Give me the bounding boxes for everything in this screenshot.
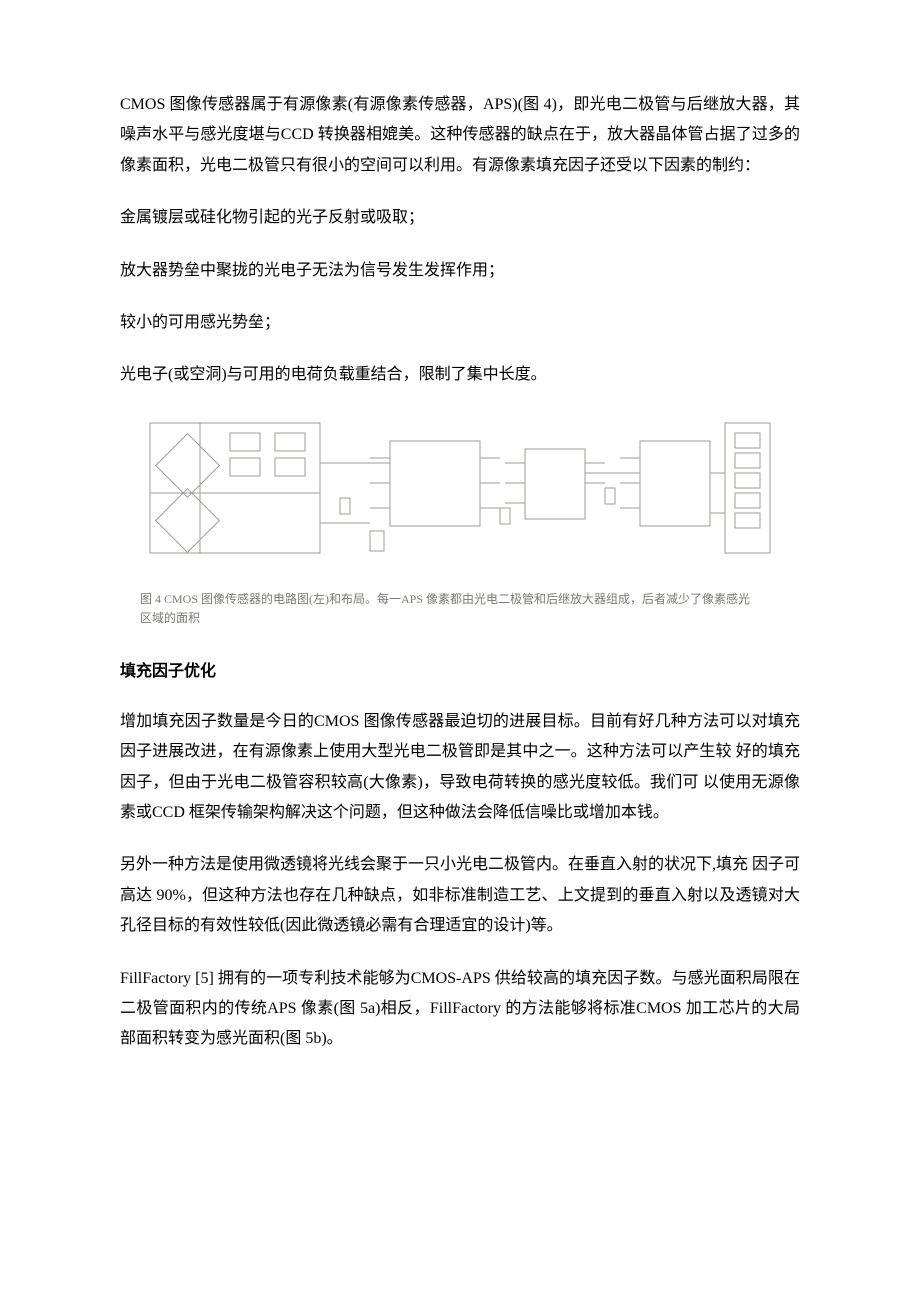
- figure-4-caption: 图 4 CMOS 图像传感器的电路图(左)和布局。每一APS 像素都由光电二极管…: [140, 590, 780, 628]
- paragraph-3: 另外一种方法是使用微透镜将光线会聚于一只小光电二极管内。在垂直入射的状况下,填充…: [120, 850, 800, 941]
- paragraph-4: FillFactory [5] 拥有的一项专利技术能够为CMOS-APS 供给较…: [120, 964, 800, 1055]
- figure-4: 图 4 CMOS 图像传感器的电路图(左)和布局。每一APS 像素都由光电二极管…: [120, 413, 800, 629]
- paragraph-2: 增加填充因子数量是今日的CMOS 图像传感器最迫切的进展目标。目前有好几种方法可…: [120, 707, 800, 829]
- caption-line-1: 图 4 CMOS 图像传感器的电路图(左)和布局。每一APS 像素都由光电二极管…: [140, 592, 750, 606]
- bullet-3: 较小的可用感光势垒；: [120, 308, 800, 338]
- bullet-2: 放大器势垒中聚拢的光电子无法为信号发生发挥作用；: [120, 256, 800, 286]
- heading-fill-factor: 填充因子优化: [120, 657, 800, 687]
- page: CMOS 图像传感器属于有源像素(有源像素传感器，APS)(图 4)，即光电二极…: [0, 0, 920, 1302]
- caption-line-2: 区域的面积: [140, 611, 200, 625]
- bullet-1: 金属镀层或硅化物引起的光子反射或吸取；: [120, 203, 800, 233]
- bullet-4: 光电子(或空洞)与可用的电荷负载重结合，限制了集中长度。: [120, 360, 800, 390]
- circuit-schematic-icon: [140, 413, 780, 573]
- paragraph-intro: CMOS 图像传感器属于有源像素(有源像素传感器，APS)(图 4)，即光电二极…: [120, 90, 800, 181]
